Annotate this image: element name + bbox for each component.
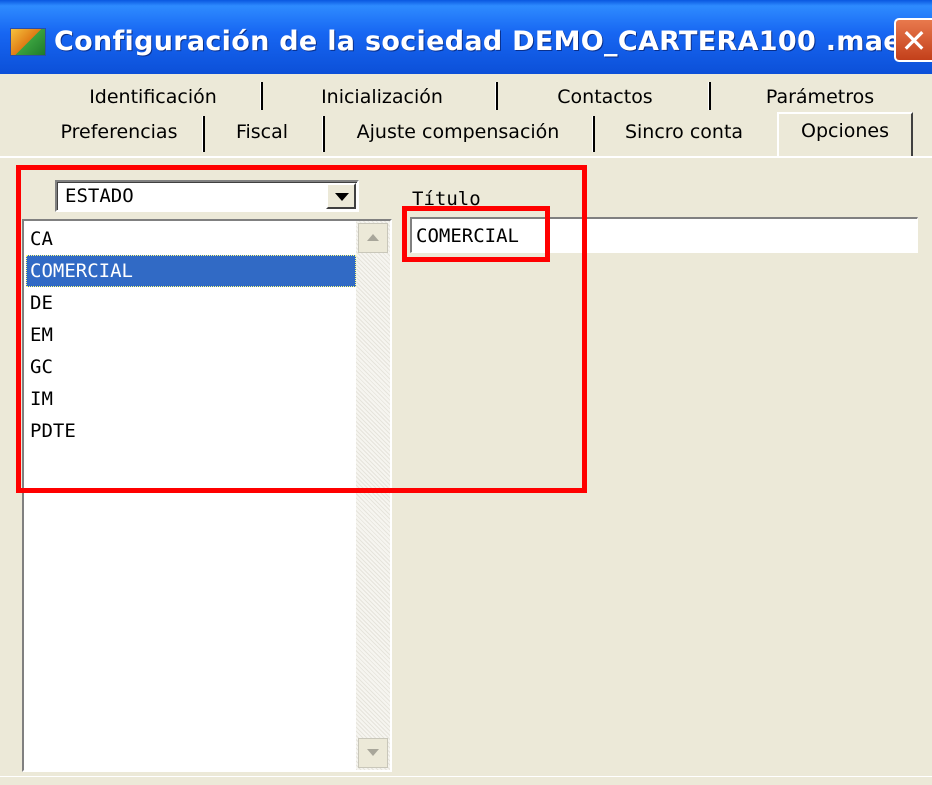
tab-opciones[interactable]: Opciones [777,112,913,158]
list-item[interactable]: CA [26,223,356,255]
dropdown-button[interactable] [326,183,356,209]
tab-preferencias[interactable]: Preferencias [38,121,200,143]
tab-ajuste-compensacion[interactable]: Ajuste compensación [336,121,580,143]
titulo-field[interactable] [410,217,918,253]
category-dropdown[interactable]: ESTADO [55,180,359,212]
close-icon: ✕ [900,22,928,60]
window-title: Configuración de la sociedad DEMO_CARTER… [54,26,902,57]
scroll-up-button[interactable] [358,223,388,253]
list-item-selected[interactable]: COMERCIAL [26,255,356,287]
list-item[interactable]: EM [26,319,356,351]
title-bar[interactable]: Configuración de la sociedad DEMO_CARTER… [0,0,932,74]
list-scrollbar[interactable] [356,221,390,770]
list-item[interactable]: GC [26,351,356,383]
tab-sincro-conta[interactable]: Sincro conta [604,121,764,143]
tab-separator [322,116,325,152]
app-icon [10,28,46,56]
chevron-down-icon [335,193,349,201]
tab-separator [592,116,595,152]
tab-identificacion[interactable]: Identificación [48,86,258,108]
tab-separator [708,82,711,110]
close-button[interactable]: ✕ [894,18,932,62]
tab-separator [495,82,498,110]
tab-separator [202,116,205,152]
config-dialog: Configuración de la sociedad DEMO_CARTER… [0,0,932,785]
options-list-items: CA COMERCIAL DE EM GC IM PDTE [26,223,356,447]
tab-fiscal[interactable]: Fiscal [212,121,312,143]
list-item[interactable]: DE [26,287,356,319]
scroll-down-button[interactable] [358,738,388,768]
category-dropdown-value: ESTADO [65,185,134,207]
options-list[interactable]: CA COMERCIAL DE EM GC IM PDTE [22,219,392,772]
tab-parametros[interactable]: Parámetros [720,86,920,108]
arrow-up-icon [367,234,379,241]
list-item[interactable]: PDTE [26,415,356,447]
tab-panel-edge [0,156,932,158]
arrow-down-icon [367,749,379,756]
titulo-label: Título [412,188,481,210]
tab-inicializacion[interactable]: Inicialización [272,86,492,108]
list-item[interactable]: IM [26,383,356,415]
tab-opciones-label: Opciones [801,120,889,142]
tab-contactos[interactable]: Contactos [505,86,705,108]
tab-separator [260,82,263,110]
